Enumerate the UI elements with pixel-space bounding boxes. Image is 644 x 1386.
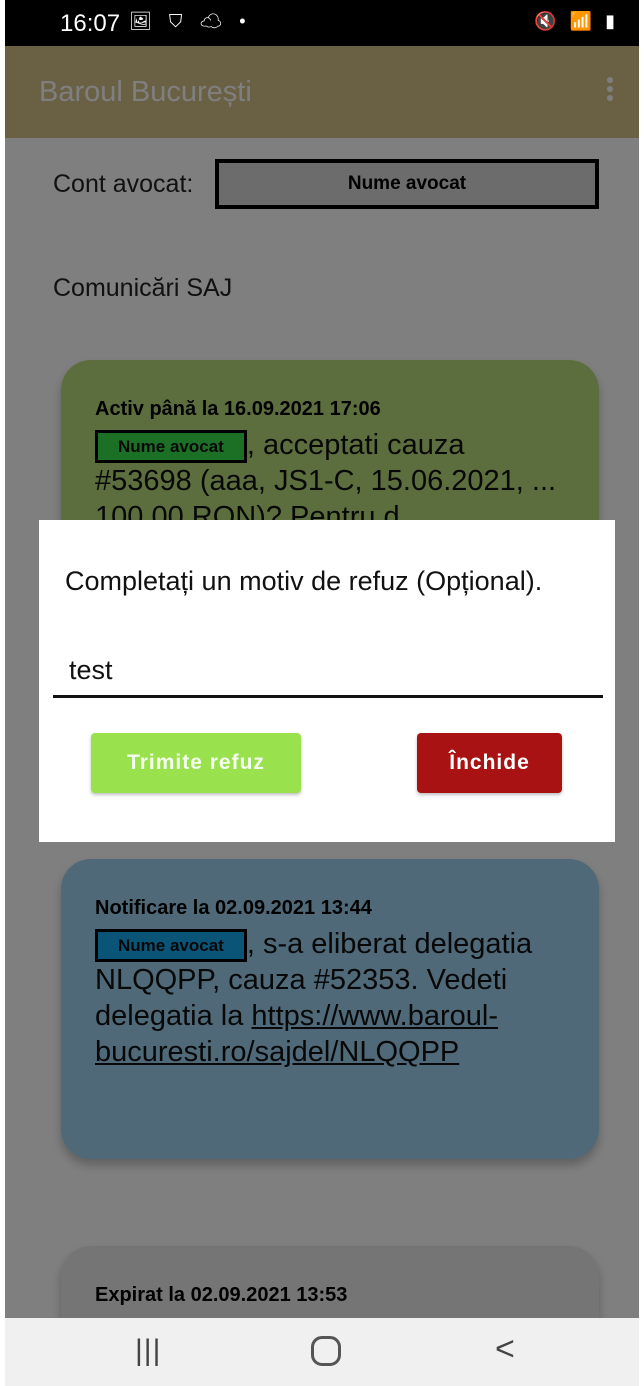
send-refusal-button[interactable]: Trimite refuz bbox=[91, 733, 301, 793]
refusal-reason-input[interactable] bbox=[53, 646, 603, 698]
navigation-bar: ||| < bbox=[5, 1318, 639, 1386]
phone-screen: 16:07 🖼 ⛉ ☁ • 🔇 📶 ▮ Baroul București Con… bbox=[5, 0, 639, 1386]
refusal-dialog: Completați un motiv de refuz (Opțional).… bbox=[39, 520, 615, 842]
dialog-prompt: Completați un motiv de refuz (Opțional). bbox=[65, 566, 543, 596]
notification-icons: 🖼 ⛉ ☁ • bbox=[129, 11, 252, 31]
system-status-icons: 🔇 📶 ▮ bbox=[534, 11, 619, 31]
close-dialog-button[interactable]: Închide bbox=[417, 733, 562, 793]
recents-icon[interactable]: ||| bbox=[135, 1334, 161, 1368]
status-bar: 16:07 🖼 ⛉ ☁ • 🔇 📶 ▮ bbox=[5, 0, 639, 46]
home-icon[interactable] bbox=[311, 1336, 341, 1366]
back-icon[interactable]: < bbox=[495, 1330, 515, 1369]
status-time: 16:07 bbox=[60, 10, 121, 37]
